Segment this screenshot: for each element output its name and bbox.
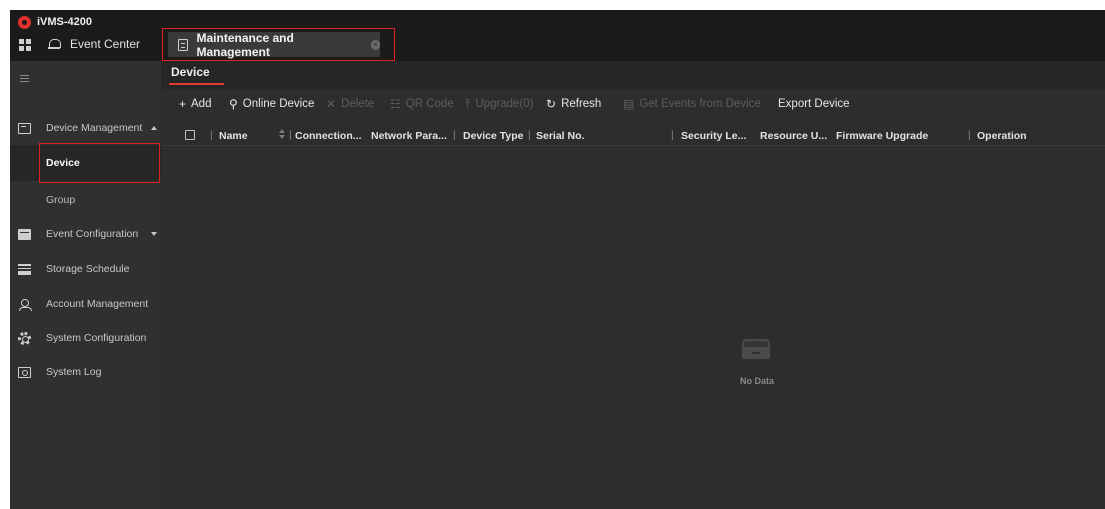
sidebar-item-device[interactable]: Device [10,145,161,181]
log-icon [18,366,31,378]
sidebar-item-label: System Log [46,366,102,378]
account-icon [18,298,32,311]
main-content: Device + Add ⚲ Online Device ✕ Delete ☷ … [161,61,1105,509]
column-header-connection[interactable]: Connection... [295,130,362,142]
delete-label: Delete [341,98,375,110]
subtab-bar: Device [161,61,1105,89]
event-configuration-icon [18,228,31,240]
plus-icon: + [179,97,187,111]
sidebar-item-account-management[interactable]: Account Management [10,291,161,317]
app-logo-icon [18,15,31,29]
sidebar-item-label: Device Management [46,122,143,134]
column-header-security-level[interactable]: Security Le... [681,130,746,142]
qr-code-button[interactable]: ☷ QR Code [390,98,454,110]
select-all-checkbox[interactable] [185,130,195,140]
column-separator: | [210,130,213,141]
get-events-label: Get Events from Device [639,98,761,110]
sidebar-item-label: Event Configuration [46,228,139,240]
export-device-label: Export Device [778,98,850,110]
chevron-up-icon [151,126,157,130]
sidebar-item-group[interactable]: Group [10,182,161,218]
tab-maintenance-and-management[interactable]: Maintenance and Management × [168,30,380,59]
sidebar-item-label: Account Management [46,298,149,310]
upgrade-button[interactable]: ⤒ Upgrade(0) [465,98,533,110]
sidebar-item-system-log[interactable]: System Log [10,359,161,385]
column-header-device-type[interactable]: Device Type [463,130,524,142]
upload-icon: ⤒ [465,97,471,111]
refresh-button[interactable]: ↻ Refresh [546,98,601,110]
alarm-bell-icon [48,39,61,49]
delete-button[interactable]: ✕ Delete [326,98,374,110]
sidebar-item-label: Storage Schedule [46,263,130,275]
search-icon: ⚲ [229,97,238,111]
sidebar-item-label: System Configuration [46,332,147,344]
add-button[interactable]: + Add [179,98,211,110]
column-header-operation[interactable]: Operation [977,130,1027,142]
export-device-button[interactable]: Export Device [778,98,850,110]
close-tab-icon[interactable]: × [370,39,380,50]
sort-icon[interactable] [279,129,285,140]
upgrade-label: Upgrade(0) [475,98,534,110]
column-header-resource-usage[interactable]: Resource U... [760,130,827,142]
qr-code-icon: ☷ [390,97,401,111]
column-separator: | [289,130,292,141]
app-title: iVMS-4200 [37,16,93,28]
gear-icon [18,331,31,345]
device-management-icon [18,122,31,134]
tab-event-center[interactable]: Event Center [48,34,140,54]
online-device-label: Online Device [242,98,315,110]
storage-icon [18,263,31,275]
column-separator: | [453,130,456,141]
device-table-header: | Name | Connection... Network Para... |… [161,124,1105,146]
close-icon: ✕ [326,97,337,111]
qr-code-label: QR Code [405,98,454,110]
column-header-firmware-upgrade[interactable]: Firmware Upgrade [836,130,928,142]
sidebar-item-event-configuration[interactable]: Event Configuration [10,221,161,247]
refresh-label: Refresh [561,98,602,110]
column-separator: | [671,130,674,141]
sidebar: Device Management Device Group Event Con… [10,61,161,509]
online-device-button[interactable]: ⚲ Online Device [229,98,314,110]
brand: iVMS-4200 [18,14,92,30]
tab-maintenance-label: Maintenance and Management [196,30,294,59]
tab-device[interactable]: Device [171,65,210,79]
chevron-down-icon [151,232,157,236]
sidebar-item-label: Group [46,194,76,206]
column-header-name[interactable]: Name [219,130,248,142]
column-separator: | [968,130,971,141]
toolbar: + Add ⚲ Online Device ✕ Delete ☷ QR Code… [161,89,1105,119]
app-window: iVMS-4200 Event Center Maintenance and M… [10,10,1105,509]
tab-event-center-label: Event Center [70,37,141,51]
column-separator: | [528,130,531,141]
column-header-network-params[interactable]: Network Para... [371,130,447,142]
maintenance-icon [178,38,189,51]
empty-state-text: No Data [739,376,774,386]
top-bar: iVMS-4200 Event Center Maintenance and M… [10,10,1105,61]
add-button-label: Add [191,98,212,110]
get-events-button[interactable]: ▤ Get Events from Device [623,98,761,110]
sidebar-item-system-configuration[interactable]: System Configuration [10,325,161,351]
document-icon: ▤ [623,97,635,111]
sidebar-item-storage-schedule[interactable]: Storage Schedule [10,256,161,282]
apps-grid-icon[interactable] [19,39,31,51]
sidebar-item-label: Device [46,157,80,169]
column-header-serial-no[interactable]: Serial No. [536,130,584,142]
active-tab-indicator [169,83,224,85]
empty-box-icon [742,339,770,359]
sidebar-item-device-management[interactable]: Device Management [10,115,161,141]
refresh-icon: ↻ [546,97,557,111]
menu-collapse-icon[interactable] [20,75,29,82]
